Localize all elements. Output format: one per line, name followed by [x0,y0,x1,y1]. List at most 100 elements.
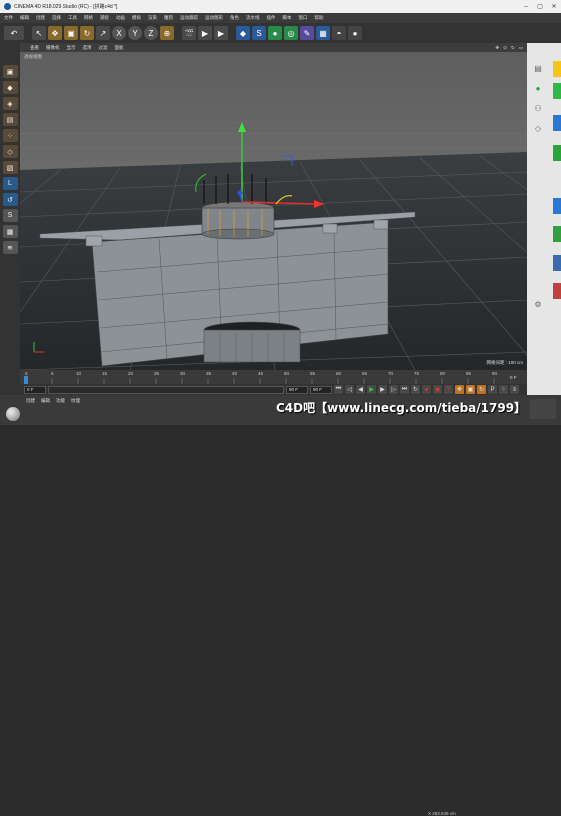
edges-mode-icon[interactable]: ◇ [2,145,18,158]
render-settings-icon[interactable]: ▶ [214,26,228,40]
rotate-tool-icon[interactable]: ↻ [80,26,94,40]
menu-file[interactable]: 文件 [4,15,13,21]
object-manager-icon[interactable]: ▤ [533,63,543,73]
menu-window[interactable]: 窗口 [299,15,308,21]
parameter-key-icon[interactable]: P [488,385,497,394]
maximize-button[interactable]: ▢ [533,0,547,13]
previous-key-icon[interactable]: ◁ [345,385,354,394]
menu-edit[interactable]: 编辑 [20,15,29,21]
panel-tab[interactable] [553,198,561,214]
viewport-menu-cameras[interactable]: 摄像机 [46,45,60,51]
viewport-menu-display[interactable]: 显示 [67,45,76,51]
viewport-menu-options[interactable]: 选项 [83,45,92,51]
frame-range-slider[interactable] [48,385,284,394]
panel-tab[interactable] [553,226,561,242]
select-tool-icon[interactable]: ↖ [32,26,46,40]
menu-snap[interactable]: 捕捉 [100,15,109,21]
panel-tab[interactable] [553,115,561,131]
workplane-icon[interactable]: ▤ [2,113,18,126]
go-to-start-icon[interactable]: ⏮ [334,385,343,394]
toggle-views-icon[interactable]: ▭ [519,45,523,51]
material-menu-edit[interactable]: 编辑 [41,398,50,404]
menu-simulate[interactable]: 模拟 [132,15,141,21]
coordinate-system-icon[interactable]: ⊕ [160,26,174,40]
polygons-mode-icon[interactable]: ▧ [2,161,18,174]
panel-tab[interactable] [553,61,561,77]
play-icon[interactable]: ▶ [367,385,376,394]
cube-outline-icon[interactable]: ◇ [533,123,543,133]
model-mode-icon[interactable]: ◆ [2,81,18,94]
snap-icon[interactable]: S [2,209,18,222]
rotation-key-icon[interactable]: ↻ [477,385,486,394]
next-frame-icon[interactable]: ▶ [378,385,387,394]
y-axis-icon[interactable]: Y [128,26,142,40]
enable-axis-icon[interactable]: L [2,177,18,190]
point-level-icon[interactable]: ⁘ [499,385,508,394]
menu-character[interactable]: 角色 [230,15,239,21]
z-axis-icon[interactable]: Z [144,26,158,40]
menu-motion-tracker[interactable]: 运动跟踪 [180,15,198,21]
deformer-icon[interactable]: ✎ [300,26,314,40]
make-editable-icon[interactable]: ▣ [2,65,18,78]
start-frame-field[interactable]: 0 F [24,385,46,394]
menu-plugins[interactable]: 插件 [267,15,276,21]
scale-key-icon[interactable]: ▣ [466,385,475,394]
viewport-menu-filter[interactable]: 过滤 [99,45,108,51]
menu-create[interactable]: 创建 [36,15,45,21]
tweak-mode-icon[interactable]: ↺ [2,193,18,206]
menu-help[interactable]: 帮助 [315,15,324,21]
panel-tab[interactable] [553,255,561,271]
orbit-icon[interactable]: ↻ [511,45,515,51]
menu-render[interactable]: 渲染 [148,15,157,21]
timeline-menu-icon[interactable]: ≡ [510,385,519,394]
menu-pipeline[interactable]: 流水线 [246,15,260,21]
spline-pen-icon[interactable]: S [252,26,266,40]
recent-tool-icon[interactable]: ↗ [96,26,110,40]
panel-tab[interactable] [553,283,561,299]
previous-frame-icon[interactable]: ◀ [356,385,365,394]
autokey-icon[interactable]: ◉ [433,385,442,394]
loop-icon[interactable]: ↻ [411,385,420,394]
viewport-menu-view[interactable]: 查看 [30,45,39,51]
material-menu-texture[interactable]: 纹理 [71,398,80,404]
record-icon[interactable]: ● [422,385,431,394]
zoom-icon[interactable]: ⊙ [503,45,507,51]
floor-icon[interactable]: ▦ [316,26,330,40]
camera-icon[interactable]: ◓ [332,26,346,40]
panel-tab[interactable] [553,145,561,161]
go-to-end-icon[interactable]: ⏭ [400,385,409,394]
material-menu-create[interactable]: 创建 [26,398,35,404]
x-axis-icon[interactable]: X [112,26,126,40]
menu-mesh[interactable]: 网格 [84,15,93,21]
material-menu-function[interactable]: 功能 [56,398,65,404]
menu-select[interactable]: 选择 [52,15,61,21]
close-button[interactable]: ✕ [547,0,561,13]
user-icon[interactable]: ⚇ [533,103,543,113]
array-icon[interactable]: ◎ [284,26,298,40]
menu-script[interactable]: 脚本 [283,15,292,21]
menu-animate[interactable]: 动画 [116,15,125,21]
position-key-icon[interactable]: ✥ [455,385,464,394]
timeline-ruler[interactable]: 0 5 10 15 20 25 30 35 40 45 50 55 60 65 … [20,370,527,384]
menu-mograph[interactable]: 运动图形 [205,15,223,21]
render-picture-viewer-icon[interactable]: ▶ [198,26,212,40]
menu-sculpt[interactable]: 雕刻 [164,15,173,21]
keyframe-selection-icon[interactable]: ? [444,385,453,394]
lock-workplane-icon[interactable]: ▦ [2,225,18,238]
render-view-icon[interactable]: 🎬 [182,26,196,40]
material-ball-icon[interactable] [6,407,20,421]
subdivision-surface-icon[interactable]: ● [268,26,282,40]
next-key-icon[interactable]: ▷ [389,385,398,394]
points-mode-icon[interactable]: ⁘ [2,129,18,142]
minimize-button[interactable]: – [519,0,533,13]
viewport-menu-panel[interactable]: 面板 [115,45,124,51]
texture-mode-icon[interactable]: ◈ [2,97,18,110]
menu-tools[interactable]: 工具 [68,15,77,21]
undo-icon[interactable]: ↶ [4,26,24,40]
panel-tab[interactable] [553,83,561,99]
scale-tool-icon[interactable]: ▣ [64,26,78,40]
move-tool-icon[interactable]: ✥ [48,26,62,40]
end-frame-field[interactable]: 90 F [286,385,308,394]
pan-icon[interactable]: ✥ [495,45,499,51]
light-icon[interactable]: ● [348,26,362,40]
